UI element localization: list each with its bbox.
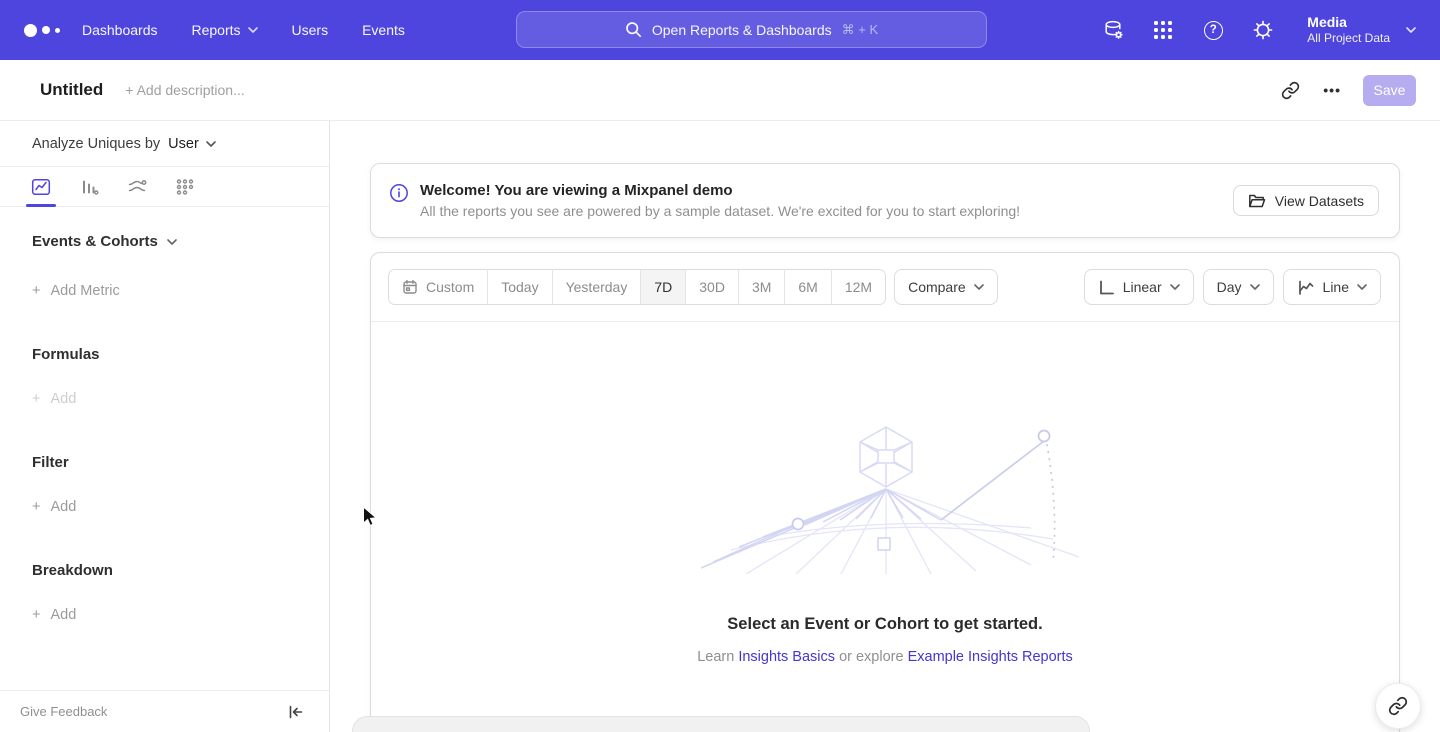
- add-description-field[interactable]: + Add description...: [125, 82, 244, 98]
- nav-item-dashboards[interactable]: Dashboards: [82, 22, 158, 38]
- range-7d[interactable]: 7D: [640, 270, 685, 304]
- range-30d[interactable]: 30D: [685, 270, 738, 304]
- analyze-row: Analyze Uniques by User: [0, 121, 329, 167]
- insights-chart-card: Custom Today Yesterday 7D 30D 3M 6M 12M …: [370, 252, 1400, 732]
- sidebar-footer: Give Feedback: [0, 690, 329, 732]
- tab-retention-grid[interactable]: [174, 167, 196, 207]
- collapse-sidebar-icon[interactable]: [285, 702, 305, 722]
- nav-item-users[interactable]: Users: [292, 22, 329, 38]
- search-icon: [625, 21, 642, 38]
- empty-state-title: Select an Event or Cohort to get started…: [371, 615, 1399, 634]
- welcome-banner: Welcome! You are viewing a Mixpanel demo…: [370, 163, 1400, 238]
- chevron-down-icon: [1357, 284, 1367, 290]
- project-selector[interactable]: Media All Project Data: [1307, 14, 1416, 46]
- chevron-down-icon: [974, 284, 984, 290]
- insights-basics-link[interactable]: Insights Basics: [738, 649, 835, 665]
- interval-selector[interactable]: Day: [1203, 269, 1274, 305]
- help-icon[interactable]: ?: [1201, 18, 1225, 42]
- report-header: Untitled + Add description... ••• Save: [0, 60, 1440, 121]
- compare-button[interactable]: Compare: [894, 269, 998, 305]
- scale-selector[interactable]: Linear: [1084, 269, 1194, 305]
- chevron-down-icon: [1406, 27, 1416, 33]
- range-custom[interactable]: Custom: [389, 270, 487, 304]
- more-options-icon[interactable]: •••: [1323, 82, 1341, 98]
- chevron-down-icon: [1170, 284, 1180, 290]
- banner-subtitle: All the reports you see are powered by a…: [420, 203, 1020, 219]
- bar-chart-tab-icon: [79, 177, 99, 197]
- tab-flows[interactable]: [126, 167, 148, 207]
- filter-section-label: Filter: [32, 454, 297, 471]
- chevron-down-icon: [1250, 284, 1260, 290]
- breakdown-section-label: Breakdown: [32, 562, 297, 579]
- add-metric-button[interactable]: + Add Metric: [32, 283, 297, 299]
- analyze-by-selector[interactable]: User: [168, 136, 216, 152]
- data-management-icon[interactable]: [1101, 18, 1125, 42]
- date-range-segmented-control: Custom Today Yesterday 7D 30D 3M 6M 12M: [388, 269, 886, 305]
- chevron-down-icon: [248, 27, 258, 33]
- project-scope: All Project Data: [1307, 31, 1390, 46]
- dots-grid-tab-icon: [175, 177, 195, 197]
- events-cohorts-section[interactable]: Events & Cohorts: [32, 233, 297, 250]
- chevron-down-icon: [206, 141, 216, 147]
- global-search-input[interactable]: Open Reports & Dashboards ⌘ + K: [516, 11, 987, 48]
- chart-type-tabs: [0, 167, 329, 207]
- chart-controls: Custom Today Yesterday 7D 30D 3M 6M 12M …: [371, 253, 1399, 322]
- nav-item-reports[interactable]: Reports: [192, 22, 258, 38]
- bottom-panel-edge[interactable]: [352, 716, 1090, 732]
- plus-icon: +: [32, 391, 40, 407]
- report-title[interactable]: Untitled: [40, 80, 103, 100]
- chevron-down-icon: [167, 239, 177, 245]
- save-button[interactable]: Save: [1363, 75, 1416, 106]
- tab-insights-line[interactable]: [30, 167, 52, 207]
- share-link-fab[interactable]: [1375, 683, 1421, 729]
- empty-state-illustration: [701, 419, 1081, 574]
- search-shortcut: ⌘ + K: [842, 22, 879, 38]
- range-3m[interactable]: 3M: [738, 270, 784, 304]
- top-nav: Dashboards Reports Users Events Open Rep…: [0, 0, 1440, 60]
- chart-type-selector[interactable]: Line: [1283, 269, 1381, 305]
- range-6m[interactable]: 6M: [784, 270, 830, 304]
- give-feedback-link[interactable]: Give Feedback: [20, 704, 107, 719]
- nav-right: ? Media All Project Data: [1101, 0, 1416, 60]
- main-content: Welcome! You are viewing a Mixpanel demo…: [330, 121, 1440, 732]
- example-insights-reports-link[interactable]: Example Insights Reports: [908, 649, 1073, 665]
- nav-item-events[interactable]: Events: [362, 22, 405, 38]
- plus-icon: +: [32, 499, 40, 515]
- calendar-icon: [402, 279, 418, 295]
- folder-icon: [1248, 193, 1266, 209]
- line-chart-icon: [1297, 279, 1315, 296]
- add-formula-button[interactable]: + Add: [32, 391, 297, 407]
- tab-bar-chart[interactable]: [78, 167, 100, 207]
- apps-grid-icon[interactable]: [1151, 18, 1175, 42]
- info-icon: [389, 183, 409, 203]
- settings-gear-icon[interactable]: [1251, 18, 1275, 42]
- range-yesterday[interactable]: Yesterday: [552, 270, 641, 304]
- banner-title: Welcome! You are viewing a Mixpanel demo: [420, 182, 1020, 199]
- plus-icon: +: [32, 607, 40, 623]
- line-chart-tab-icon: [31, 177, 51, 197]
- view-datasets-button[interactable]: View Datasets: [1233, 185, 1379, 216]
- formulas-section-label: Formulas: [32, 346, 297, 363]
- linear-axis-icon: [1098, 279, 1115, 296]
- link-icon: [1388, 696, 1408, 716]
- query-sidebar: Analyze Uniques by User Events & Cohorts…: [0, 121, 330, 732]
- range-12m[interactable]: 12M: [831, 270, 885, 304]
- mixpanel-logo-icon[interactable]: [24, 24, 68, 37]
- add-filter-button[interactable]: + Add: [32, 499, 297, 515]
- project-name: Media: [1307, 14, 1390, 31]
- add-breakdown-button[interactable]: + Add: [32, 607, 297, 623]
- primary-nav: Dashboards Reports Users Events: [82, 22, 405, 38]
- range-today[interactable]: Today: [487, 270, 551, 304]
- empty-state-subtitle: Learn Insights Basics or explore Example…: [371, 649, 1399, 665]
- plus-icon: +: [32, 283, 40, 299]
- search-placeholder: Open Reports & Dashboards: [652, 22, 832, 38]
- analyze-label: Analyze Uniques by: [32, 136, 160, 152]
- copy-link-icon[interactable]: [1279, 79, 1301, 101]
- flows-tab-icon: [127, 177, 147, 197]
